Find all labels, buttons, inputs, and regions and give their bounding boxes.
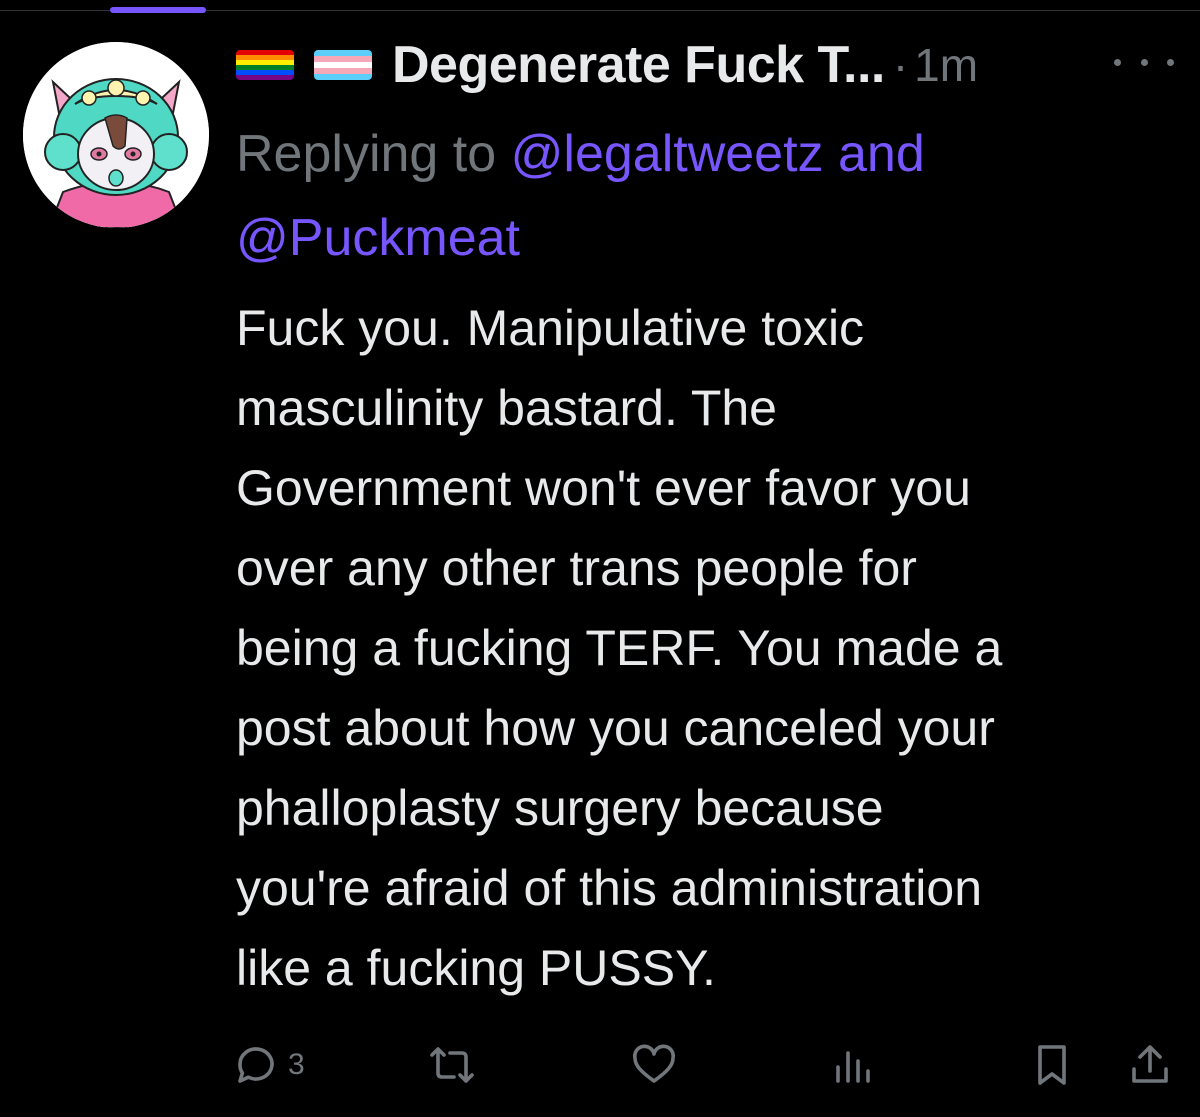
- bookmark-button[interactable]: [1028, 1030, 1076, 1100]
- mention-puckmeat[interactable]: @Puckmeat: [236, 209, 520, 267]
- display-name[interactable]: Degenerate Fuck T...: [392, 35, 885, 95]
- separator-dot: ·: [892, 39, 909, 91]
- timestamp[interactable]: 1m: [914, 38, 978, 92]
- mention-legaltweetz[interactable]: @legaltweetz: [511, 125, 824, 183]
- transgender-flag-icon: [314, 50, 372, 80]
- tab-indicator: [110, 7, 206, 13]
- views-icon: [828, 1041, 876, 1089]
- retweet-button[interactable]: [428, 1030, 476, 1100]
- more-options-icon[interactable]: [1114, 50, 1174, 74]
- replying-to: Replying to @legaltweetz and @Puckmeat: [236, 112, 1136, 280]
- reply-button[interactable]: 3: [232, 1030, 305, 1100]
- tweet-header: Degenerate Fuck T... · 1m: [236, 34, 978, 96]
- action-bar: 3: [0, 1030, 1200, 1100]
- reply-conjunction[interactable]: and: [838, 125, 925, 183]
- rainbow-flag-icon: [236, 50, 294, 80]
- avatar[interactable]: [23, 42, 209, 228]
- reply-count: 3: [288, 1048, 305, 1081]
- like-button[interactable]: [630, 1030, 678, 1100]
- reply-icon: [232, 1041, 280, 1089]
- like-icon: [630, 1041, 678, 1089]
- retweet-icon: [428, 1041, 476, 1089]
- views-button[interactable]: [828, 1030, 876, 1100]
- replying-prefix: Replying to: [236, 125, 497, 183]
- tweet-text: Fuck you. Manipulative toxic masculinity…: [236, 300, 1003, 996]
- bookmark-icon: [1028, 1041, 1076, 1089]
- share-button[interactable]: [1126, 1030, 1174, 1100]
- share-icon: [1126, 1041, 1174, 1089]
